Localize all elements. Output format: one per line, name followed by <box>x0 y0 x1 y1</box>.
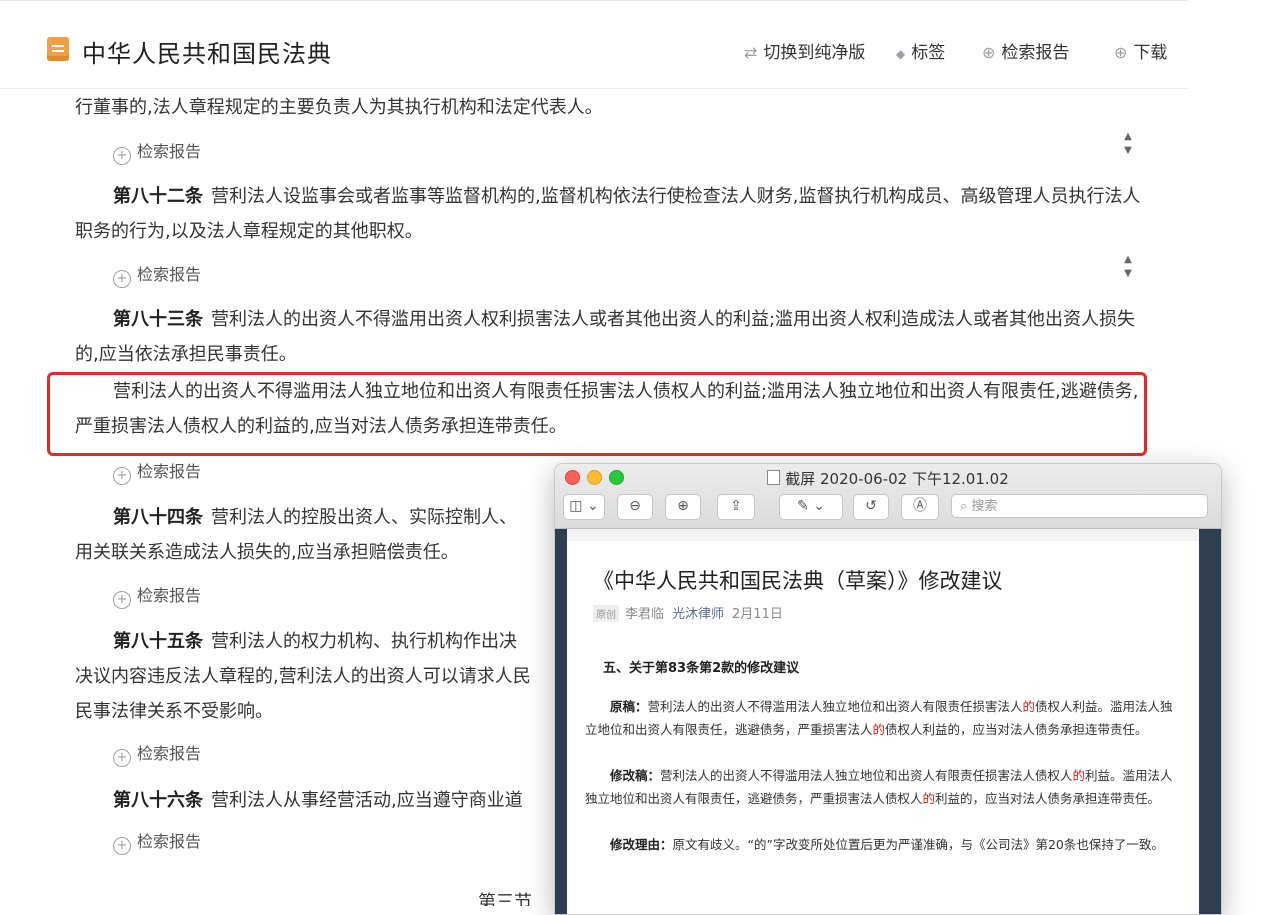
plus-circle-icon: + <box>113 147 131 165</box>
switch-to-clean-button[interactable]: ⇄ 切换到纯净版 <box>744 38 865 63</box>
swap-icon: ⇄ <box>744 43 758 62</box>
image-viewer[interactable]: 《中华人民共和国民法典（草案）》修改建议 原创 李君临 光沐律师 2月11日 五、关于… <box>555 529 1221 914</box>
article-number: 第八十三条 <box>113 309 203 330</box>
markup-toolbar-button[interactable]: Ⓐ <box>901 494 939 520</box>
zoom-in-icon: ⊕ <box>677 498 689 514</box>
preview-window[interactable]: 截屏 2020-06-02 下午12.01.02 ◫ ⌄ ⊖ ⊕ ⇪ ✎ ⌄ ↺… <box>554 463 1222 915</box>
tags-button[interactable]: ◆ 标签 <box>896 38 945 63</box>
scroll-stepper[interactable]: ▲ ▼ <box>1120 253 1136 287</box>
zoom-out-icon: ⊖ <box>629 498 641 514</box>
search-report-link[interactable]: + 检索报告 <box>113 458 201 485</box>
search-icon: ⌕ <box>960 499 972 514</box>
paragraph-continued: 行董事的,法人章程规定的主要负责人为其执行机构和法定代表人。 <box>75 97 603 118</box>
plus-circle-icon: ⊕ <box>982 43 996 62</box>
rotate-icon: ↺ <box>865 498 877 514</box>
zoom-out-button[interactable]: ⊖ <box>617 494 653 520</box>
article-number: 第八十五条 <box>113 631 203 652</box>
search-report-link[interactable]: + 检索报告 <box>113 138 201 165</box>
plus-circle-icon: + <box>113 591 131 609</box>
suggestion-heading: 五、关于第83条第2款的修改建议 <box>603 661 800 676</box>
author-name: 李君临 <box>625 607 665 622</box>
revised-draft-paragraph: 修改稿：营利法人的出资人不得滥用法人独立地位和出资人有限责任损害法人债权人的利益… <box>585 768 1173 806</box>
reason-paragraph: 修改理由：原文有歧义。“的”字改变所处位置后更为严谨准确，与《公司法》第20条也… <box>610 837 1164 852</box>
red-highlight-box <box>47 372 1147 456</box>
page-title: 中华人民共和国民法典 <box>82 40 332 68</box>
original-draft-paragraph: 原稿：营利法人的出资人不得滥用法人独立地位和出资人有限责任损害法人的债权人利益。… <box>585 699 1173 737</box>
scroll-stepper[interactable]: ▲ ▼ <box>1120 130 1136 164</box>
plus-circle-icon: + <box>113 270 131 288</box>
publish-date: 2月11日 <box>732 607 783 622</box>
window-title: 截屏 2020-06-02 下午12.01.02 <box>555 468 1221 489</box>
rotate-button[interactable]: ↺ <box>853 494 889 520</box>
search-report-link[interactable]: + 检索报告 <box>113 582 201 609</box>
download-button[interactable]: ⊕ 下载 <box>1114 38 1167 63</box>
article-number: 第八十二条 <box>113 186 203 207</box>
share-button[interactable]: ⇪ <box>717 494 755 520</box>
screenshot-content: 《中华人民共和国民法典（草案）》修改建议 原创 李君临 光沐律师 2月11日 五、关于… <box>567 529 1199 914</box>
window-titlebar[interactable]: 截屏 2020-06-02 下午12.01.02 ◫ ⌄ ⊖ ⊕ ⇪ ✎ ⌄ ↺… <box>555 464 1221 529</box>
sidebar-icon: ◫ ⌄ <box>569 498 599 514</box>
sidebar-toggle-button[interactable]: ◫ ⌄ <box>563 494 605 520</box>
download-icon: ⊕ <box>1114 43 1128 62</box>
pen-icon: ✎ ⌄ <box>797 498 825 514</box>
tag-icon: ◆ <box>896 47 906 61</box>
zoom-in-button[interactable]: ⊕ <box>665 494 701 520</box>
section-heading: 第三节 <box>478 892 532 906</box>
markup-pen-button[interactable]: ✎ ⌄ <box>779 494 843 520</box>
search-report-link[interactable]: + 检索报告 <box>113 261 201 288</box>
top-strip <box>567 529 1199 541</box>
account-link: 光沐律师 <box>672 607 725 622</box>
article-title: 《中华人民共和国民法典（草案）》修改建议 <box>593 569 1003 593</box>
plus-circle-icon: + <box>113 467 131 485</box>
search-report-button[interactable]: ⊕ 检索报告 <box>982 38 1069 63</box>
article-83: 第八十三条 营利法人的出资人不得滥用出资人权利损害法人或者其他出资人的利益;滥用出… <box>75 309 1136 365</box>
document-header: 中华人民共和国民法典 ⇄ 切换到纯净版 ◆ 标签 ⊕ 检索报告 ⊕ 下载 <box>0 4 1188 89</box>
markup-icon: Ⓐ <box>913 498 927 514</box>
law-book-icon <box>47 37 69 61</box>
share-icon: ⇪ <box>730 498 742 514</box>
search-report-link[interactable]: + 检索报告 <box>113 740 201 767</box>
file-icon <box>767 470 781 485</box>
article-number: 第八十六条 <box>113 790 203 811</box>
search-field[interactable]: ⌕ 搜索 <box>951 494 1208 518</box>
plus-circle-icon: + <box>113 837 131 855</box>
search-report-link[interactable]: + 检索报告 <box>113 828 201 855</box>
original-badge: 原创 <box>593 605 619 622</box>
article-meta: 原创 李君临 光沐律师 2月11日 <box>593 603 783 622</box>
plus-circle-icon: + <box>113 749 131 767</box>
article-number: 第八十四条 <box>113 507 203 528</box>
article-82: 第八十二条 营利法人设监事会或者监事等监督机构的,监督机构依法行使检查法人财务,监… <box>75 186 1141 242</box>
